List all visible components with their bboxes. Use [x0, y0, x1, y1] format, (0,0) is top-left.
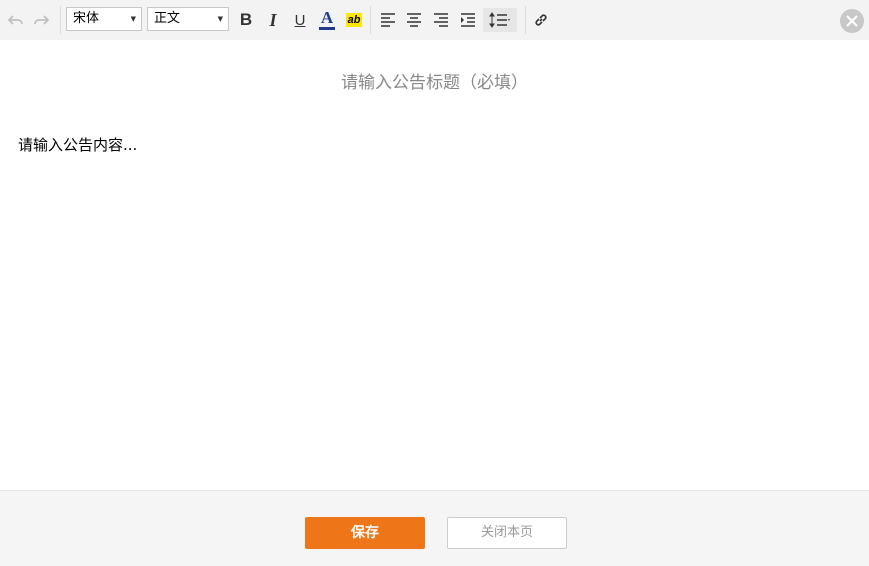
- redo-icon[interactable]: [30, 8, 52, 32]
- paragraph-style-value: 正文: [154, 11, 181, 26]
- undo-icon[interactable]: [5, 8, 27, 32]
- toolbar-divider: [60, 6, 61, 34]
- italic-button[interactable]: I: [262, 8, 284, 32]
- font-color-icon: A: [320, 8, 334, 27]
- toolbar-divider: [525, 6, 526, 34]
- title-placeholder: 请输入公告标题（必填）: [341, 73, 528, 93]
- bold-button[interactable]: B: [235, 8, 257, 32]
- footer-bar: 保存 关闭本页: [0, 490, 869, 566]
- align-left-icon[interactable]: [377, 8, 399, 32]
- announcement-title-input[interactable]: 请输入公告标题（必填）: [0, 68, 869, 96]
- announcement-content-editor[interactable]: 请输入公告内容...: [18, 134, 848, 474]
- paragraph-style-select[interactable]: 正文 ▼: [147, 7, 229, 31]
- underline-icon: U: [294, 11, 306, 29]
- highlight-icon: ab: [345, 13, 363, 27]
- italic-icon: I: [269, 9, 277, 30]
- line-height-button[interactable]: [483, 8, 517, 32]
- editor-toolbar: 宋体 ▼ 正文 ▼ B I U A ab: [0, 0, 869, 40]
- align-right-icon[interactable]: [430, 8, 452, 32]
- close-icon[interactable]: [840, 9, 864, 33]
- link-icon[interactable]: [530, 8, 552, 32]
- font-family-select[interactable]: 宋体 ▼: [66, 7, 142, 31]
- close-page-button[interactable]: 关闭本页: [447, 517, 567, 549]
- content-placeholder: 请输入公告内容...: [18, 136, 138, 154]
- line-height-icon: [489, 12, 510, 28]
- underline-button[interactable]: U: [289, 8, 311, 32]
- bold-icon: B: [239, 10, 253, 29]
- save-button[interactable]: 保存: [305, 517, 425, 549]
- font-color-button[interactable]: A: [316, 8, 338, 32]
- align-center-icon[interactable]: [403, 8, 425, 32]
- font-color-bar: [319, 27, 335, 30]
- chevron-down-icon: ▼: [130, 15, 136, 23]
- toolbar-divider: [370, 6, 371, 34]
- chevron-down-icon: ▼: [217, 15, 223, 23]
- highlight-button[interactable]: ab: [343, 8, 365, 32]
- font-family-value: 宋体: [73, 11, 100, 26]
- indent-icon[interactable]: [457, 8, 479, 32]
